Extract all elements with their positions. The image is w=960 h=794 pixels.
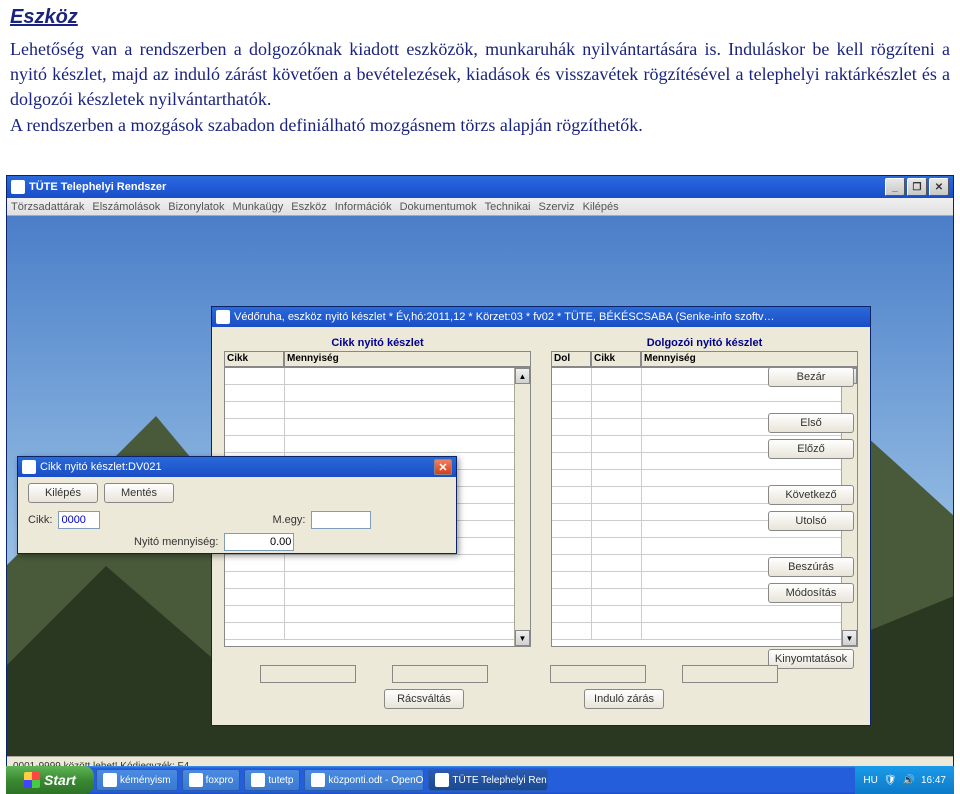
indulozaras-button[interactable]: Induló zárás [584,689,664,709]
utolso-button[interactable]: Utolsó [768,511,854,531]
taskbar-item[interactable]: tutetp [244,769,300,791]
menu-item[interactable]: Információk [335,201,392,213]
menu-item[interactable]: Kilépés [583,201,619,213]
app-icon [311,773,325,787]
col-header-dol[interactable]: Dol [551,351,591,367]
app-icon [11,180,25,194]
taskbar-item[interactable]: központi.odt - OpenO… [304,769,424,791]
main-dialog-titlebar[interactable]: Védőruha, eszköz nyitó készlet * Év,hó:2… [212,307,870,327]
nyito-field[interactable] [224,533,294,551]
left-section-title: Cikk nyitó készlet [224,337,531,349]
child-dialog-title: Cikk nyitó készlet:DV021 [40,461,162,473]
col-header-mennyiseg2[interactable]: Mennyiség [641,351,858,367]
footer-blank-4 [682,665,778,683]
scroll-up-icon[interactable]: ▲ [515,368,530,384]
bezar-button[interactable]: Bezár [768,367,854,387]
scroll-down-icon[interactable]: ▼ [515,630,530,646]
clock[interactable]: 16:47 [921,775,946,786]
menu-item[interactable]: Munkaügy [233,201,284,213]
app-body: Védőruha, eszköz nyitó készlet * Év,hó:2… [7,216,953,776]
menu-item[interactable]: Eszköz [291,201,326,213]
app-menubar: Törzsadattárak Elszámolások Bizonylatok … [7,198,953,216]
main-dialog-title: Védőruha, eszköz nyitó készlet * Év,hó:2… [234,311,775,323]
dialog-icon [22,460,36,474]
footer-blank-1 [260,665,356,683]
menu-item[interactable]: Törzsadattárak [11,201,84,213]
close-button[interactable]: ✕ [929,178,949,196]
tray-icon[interactable]: 🛡 [884,775,897,786]
mentes-button[interactable]: Mentés [104,483,174,503]
doc-paragraph-1: Lehetőség van a rendszerben a dolgozókna… [10,37,950,113]
col-header-cikk[interactable]: Cikk [224,351,284,367]
racsvaltas-button[interactable]: Rácsváltás [384,689,464,709]
doc-section-title: Eszköz [10,6,950,29]
footer-blank-3 [550,665,646,683]
scrollbar[interactable]: ▲ ▼ [514,368,530,646]
dialog-icon [216,310,230,324]
taskbar: Start kéményism foxpro tutetp központi.o… [6,766,954,794]
taskbar-item[interactable]: foxpro [182,769,241,791]
lang-indicator[interactable]: HU [863,775,877,786]
start-button[interactable]: Start [6,766,94,794]
doc-paragraph-2: A rendszerben a mozgások szabadon defini… [10,113,950,138]
cikk-field[interactable]: 0000 [58,511,100,529]
menu-item[interactable]: Technikai [485,201,531,213]
footer-blank-2 [392,665,488,683]
menu-item[interactable]: Szerviz [539,201,575,213]
system-tray[interactable]: HU 🛡 🔊 16:47 [855,766,954,794]
col-header-mennyiseg[interactable]: Mennyiség [284,351,531,367]
tray-icon[interactable]: 🔊 [903,775,915,786]
megy-field[interactable] [311,511,371,529]
kilepes-button[interactable]: Kilépés [28,483,98,503]
app-icon [251,773,265,787]
beszuras-button[interactable]: Beszúrás [768,557,854,577]
app-icon [103,773,117,787]
kinyomtatasok-button[interactable]: Kinyomtatások [768,649,854,669]
child-dialog: Cikk nyitó készlet:DV021 ✕ Kilépés Menté… [17,456,457,554]
app-title: TÜTE Telephelyi Rendszer [29,181,166,193]
cikk-label: Cikk: [28,514,52,526]
menu-item[interactable]: Elszámolások [92,201,160,213]
restore-button[interactable]: ❐ [907,178,927,196]
app-icon [435,773,449,787]
app-window: TÜTE Telephelyi Rendszer _ ❐ ✕ Törzsadat… [6,175,954,775]
taskbar-item[interactable]: kéményism [96,769,178,791]
close-icon[interactable]: ✕ [434,459,452,475]
app-titlebar: TÜTE Telephelyi Rendszer _ ❐ ✕ [7,176,953,198]
nyito-label: Nyitó mennyiség: [134,536,218,548]
kovetkezo-button[interactable]: Következő [768,485,854,505]
elozo-button[interactable]: Előző [768,439,854,459]
right-section-title: Dolgozói nyitó készlet [551,337,858,349]
modositas-button[interactable]: Módosítás [768,583,854,603]
elso-button[interactable]: Első [768,413,854,433]
windows-logo-icon [24,772,40,788]
megy-label: M.egy: [272,514,305,526]
app-icon [189,773,203,787]
menu-item[interactable]: Bizonylatok [168,201,224,213]
col-header-cikk2[interactable]: Cikk [591,351,641,367]
menu-item[interactable]: Dokumentumok [400,201,477,213]
minimize-button[interactable]: _ [885,178,905,196]
child-dialog-titlebar[interactable]: Cikk nyitó készlet:DV021 ✕ [18,457,456,477]
taskbar-item-active[interactable]: TÜTE Telephelyi Rend… [428,769,548,791]
